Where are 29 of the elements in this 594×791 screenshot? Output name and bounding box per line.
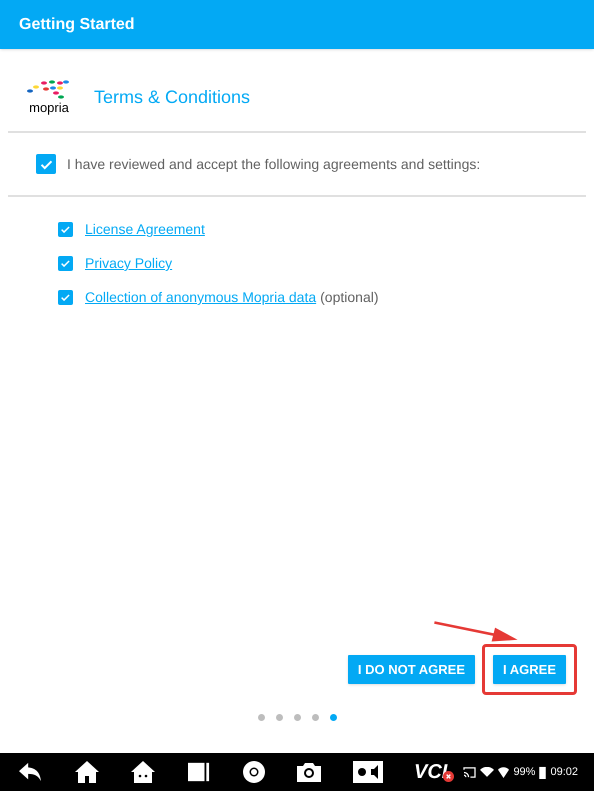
logo-text: mopria <box>29 101 69 115</box>
agreement-link[interactable]: Collection of anonymous Mopria data <box>85 287 316 308</box>
signal-icon <box>498 766 510 778</box>
checkbox[interactable] <box>58 290 73 305</box>
camera-icon[interactable] <box>296 761 322 783</box>
page-title: Terms & Conditions <box>94 86 250 108</box>
checkbox[interactable] <box>58 256 73 271</box>
app-bar-title: Getting Started <box>19 14 135 34</box>
browser-icon[interactable] <box>242 760 266 784</box>
logo-icon <box>26 79 72 101</box>
wifi-icon <box>480 766 494 778</box>
home-icon[interactable] <box>74 759 100 785</box>
accept-all-label: I have reviewed and accept the following agreements and settings: <box>67 154 480 174</box>
agreement-link[interactable]: License Agreement <box>85 219 205 240</box>
recent-apps-icon[interactable] <box>186 761 212 783</box>
vci-label[interactable]: VCI <box>414 762 448 782</box>
back-icon[interactable] <box>16 761 44 783</box>
checkbox[interactable] <box>36 154 56 174</box>
checkbox[interactable] <box>58 222 73 237</box>
android-home-icon[interactable] <box>130 759 156 785</box>
brightness-volume-icon[interactable] <box>352 760 384 784</box>
battery-icon <box>539 766 546 778</box>
cast-icon <box>463 766 476 778</box>
battery-percent: 99% <box>513 764 536 780</box>
clock: 09:02 <box>550 764 578 780</box>
agreement-link[interactable]: Privacy Policy <box>85 253 172 274</box>
optional-note: (optional) <box>320 288 379 307</box>
agree-button[interactable]: I AGREE <box>493 655 566 684</box>
agree-button[interactable]: I DO NOT AGREE <box>348 655 476 684</box>
